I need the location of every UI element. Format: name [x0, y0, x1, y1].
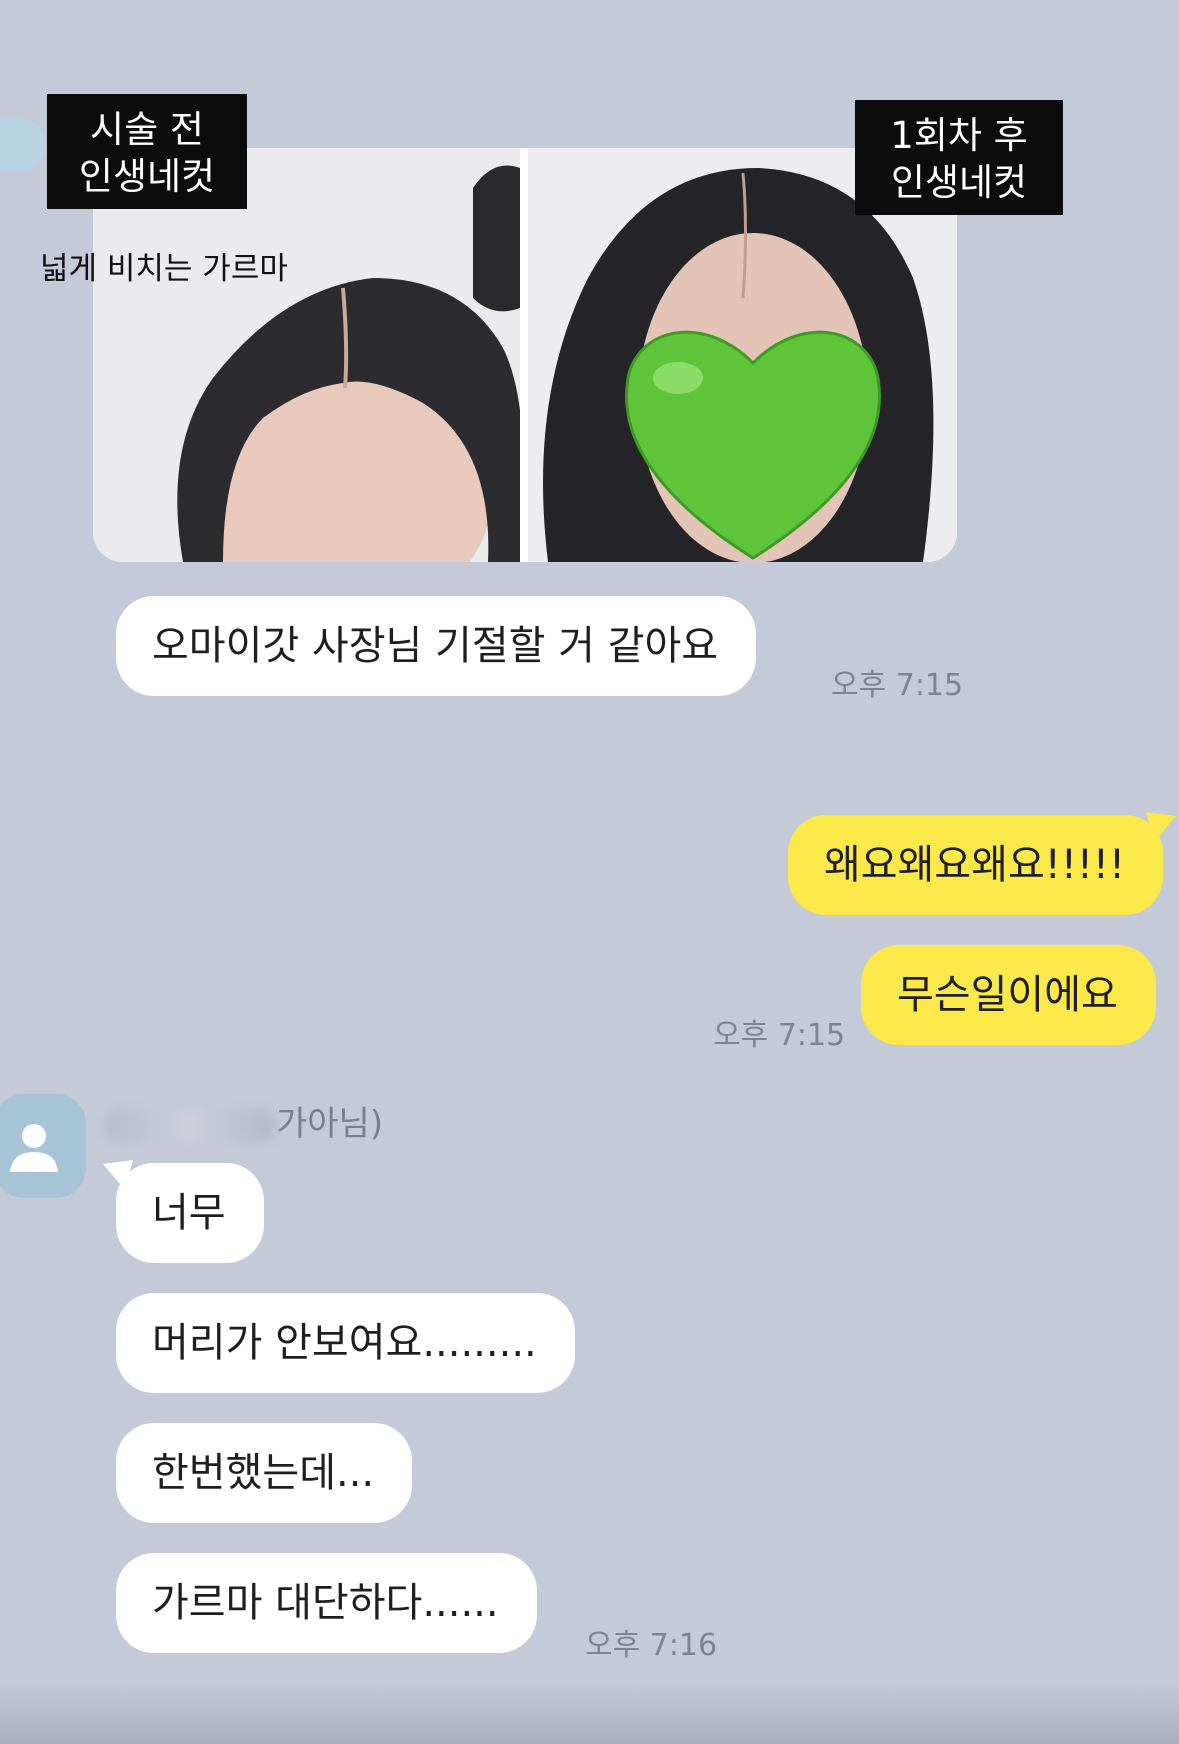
received-message[interactable]: 머리가 안보여요......... [116, 1293, 575, 1393]
received-message[interactable]: 오마이갓 사장님 기절할 거 같아요 [116, 596, 757, 696]
received-message[interactable]: 너무 [116, 1163, 264, 1263]
received-message[interactable]: 가르마 대단하다...... [116, 1553, 537, 1653]
sent-message[interactable]: 왜요왜요왜요!!!!! [788, 815, 1163, 915]
message-time: 오후 7:15 [831, 668, 964, 703]
before-caption: 시술 전 인생네컷 [47, 94, 247, 209]
after-caption: 1회차 후 인생네컷 [855, 100, 1063, 215]
partial-message-bubble [0, 118, 46, 172]
received-message[interactable]: 한번했는데... [116, 1423, 413, 1523]
photo-message[interactable] [93, 148, 957, 562]
bottom-shade [0, 1680, 1179, 1744]
parting-label: 넓게 비치는 가르마 [40, 251, 288, 287]
default-user-icon [10, 1124, 58, 1172]
blurred-name [104, 1108, 276, 1143]
before-photo[interactable] [93, 148, 520, 562]
sender-name: 가아님) [104, 1096, 383, 1145]
hair-photo-before-icon [93, 148, 520, 562]
sender-avatar[interactable] [0, 1094, 86, 1198]
message-time: 오후 7:15 [713, 1018, 846, 1053]
message-time: 오후 7:16 [585, 1628, 718, 1663]
sent-message[interactable]: 무슨일이에요 [861, 945, 1156, 1045]
